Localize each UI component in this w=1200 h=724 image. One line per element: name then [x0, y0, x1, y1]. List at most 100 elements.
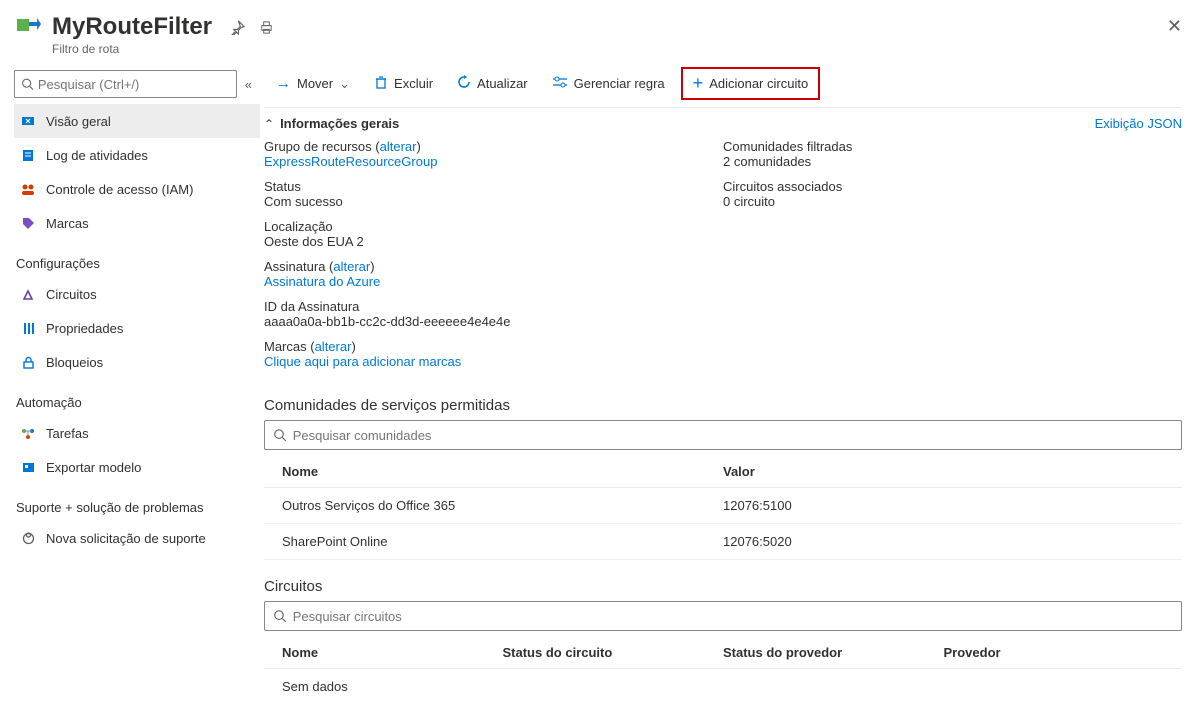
- sidebar-item-tasks[interactable]: Tarefas: [14, 416, 260, 450]
- communities-section-title: Comunidades de serviços permitidas: [264, 397, 1182, 414]
- sidebar: « Visão geral Log de atividades Controle…: [0, 60, 260, 724]
- pin-icon[interactable]: [230, 20, 245, 38]
- table-row[interactable]: Outros Serviços do Office 365 12076:5100: [264, 488, 1182, 524]
- manage-rule-button[interactable]: Gerenciar regra: [540, 69, 677, 99]
- change-tags-link[interactable]: alterar: [315, 339, 352, 354]
- sidebar-item-label: Propriedades: [46, 321, 123, 336]
- essentials-title: Informações gerais: [280, 116, 399, 131]
- communities-col-name: Nome: [282, 464, 723, 479]
- sidebar-group-support: Suporte + solução de problemas: [16, 500, 260, 515]
- print-icon[interactable]: [259, 20, 274, 38]
- page-subtitle: Filtro de rota: [52, 42, 212, 56]
- chevron-up-icon[interactable]: ⌃: [264, 117, 274, 131]
- status-label: Status: [264, 179, 723, 194]
- change-resource-group-link[interactable]: alterar: [380, 139, 417, 154]
- circuits-search[interactable]: [264, 601, 1182, 631]
- refresh-icon: [457, 75, 471, 93]
- export-template-icon: [20, 460, 36, 475]
- sidebar-item-label: Controle de acesso (IAM): [46, 182, 193, 197]
- circuits-icon: [20, 287, 36, 302]
- activity-log-icon: [20, 148, 36, 163]
- sidebar-item-label: Circuitos: [46, 287, 97, 302]
- tags-icon: [20, 216, 36, 231]
- communities-search[interactable]: [264, 420, 1182, 450]
- community-value: 12076:5100: [723, 498, 1164, 513]
- iam-icon: [20, 182, 36, 197]
- refresh-button[interactable]: Atualizar: [445, 69, 540, 99]
- lock-icon: [20, 355, 36, 370]
- circuits-col-name: Nome: [282, 645, 503, 660]
- plus-icon: +: [693, 73, 704, 94]
- subscription-id-label: ID da Assinatura: [264, 299, 723, 314]
- circuits-section-title: Circuitos: [264, 578, 1182, 595]
- associated-circuits-value: 0 circuito: [723, 194, 1182, 209]
- change-subscription-link[interactable]: alterar: [333, 259, 370, 274]
- circuits-table: Nome Status do circuito Status do proved…: [264, 635, 1182, 704]
- sidebar-item-properties[interactable]: Propriedades: [14, 311, 260, 345]
- tags-label: Marcas (alterar): [264, 339, 723, 354]
- main-content: → Mover ⌄ Excluir Atualizar Gerenciar re…: [260, 60, 1200, 724]
- support-icon: [20, 531, 36, 546]
- sidebar-item-label: Visão geral: [46, 114, 111, 129]
- sidebar-item-new-support[interactable]: Nova solicitação de suporte: [14, 521, 260, 555]
- properties-icon: [20, 321, 36, 336]
- communities-col-value: Valor: [723, 464, 1164, 479]
- page-title: MyRouteFilter: [52, 14, 212, 40]
- sidebar-item-label: Bloqueios: [46, 355, 103, 370]
- status-value: Com sucesso: [264, 194, 723, 209]
- move-button[interactable]: → Mover ⌄: [264, 69, 362, 98]
- move-icon: →: [276, 75, 291, 92]
- circuits-search-input[interactable]: [293, 609, 1173, 624]
- filtered-communities-label: Comunidades filtradas: [723, 139, 1182, 154]
- filtered-communities-value: 2 comunidades: [723, 154, 1182, 169]
- sidebar-item-activity-log[interactable]: Log de atividades: [14, 138, 260, 172]
- sidebar-item-iam[interactable]: Controle de acesso (IAM): [14, 172, 260, 206]
- json-view-link[interactable]: Exibição JSON: [1095, 116, 1182, 131]
- command-bar: → Mover ⌄ Excluir Atualizar Gerenciar re…: [264, 60, 1182, 108]
- add-tags-link[interactable]: Clique aqui para adicionar marcas: [264, 354, 723, 369]
- route-filter-icon: [14, 14, 42, 42]
- associated-circuits-label: Circuitos associados: [723, 179, 1182, 194]
- collapse-sidebar-icon[interactable]: «: [245, 77, 250, 92]
- tasks-icon: [20, 426, 36, 441]
- add-circuit-button[interactable]: + Adicionar circuito: [681, 67, 821, 100]
- sidebar-item-locks[interactable]: Bloqueios: [14, 345, 260, 379]
- sidebar-item-tags[interactable]: Marcas: [14, 206, 260, 240]
- community-name: Outros Serviços do Office 365: [282, 498, 723, 513]
- community-name: SharePoint Online: [282, 534, 723, 549]
- communities-search-input[interactable]: [293, 428, 1173, 443]
- sidebar-group-automation: Automação: [16, 395, 260, 410]
- location-label: Localização: [264, 219, 723, 234]
- circuits-col-cstatus: Status do circuito: [503, 645, 724, 660]
- circuits-col-provider: Provedor: [944, 645, 1165, 660]
- circuits-empty: Sem dados: [264, 669, 1182, 704]
- sidebar-item-label: Log de atividades: [46, 148, 148, 163]
- delete-button[interactable]: Excluir: [362, 69, 445, 99]
- close-icon[interactable]: ✕: [1167, 16, 1182, 37]
- sidebar-item-label: Marcas: [46, 216, 89, 231]
- subscription-value[interactable]: Assinatura do Azure: [264, 274, 723, 289]
- sidebar-search[interactable]: [14, 70, 237, 98]
- trash-icon: [374, 75, 388, 93]
- subscription-id-value: aaaa0a0a-bb1b-cc2c-dd3d-eeeeee4e4e4e: [264, 314, 723, 329]
- communities-table: Nome Valor Outros Serviços do Office 365…: [264, 454, 1182, 560]
- circuits-col-pstatus: Status do provedor: [723, 645, 944, 660]
- sidebar-group-settings: Configurações: [16, 256, 260, 271]
- sidebar-item-export-template[interactable]: Exportar modelo: [14, 450, 260, 484]
- settings-sliders-icon: [552, 75, 568, 93]
- sidebar-search-input[interactable]: [38, 77, 230, 92]
- sidebar-item-overview[interactable]: Visão geral: [14, 104, 260, 138]
- resource-group-label: Grupo de recursos (alterar): [264, 139, 723, 154]
- blade-header: MyRouteFilter Filtro de rota ✕: [0, 0, 1200, 60]
- table-row[interactable]: SharePoint Online 12076:5020: [264, 524, 1182, 560]
- sidebar-item-label: Exportar modelo: [46, 460, 141, 475]
- resource-group-value[interactable]: ExpressRouteResourceGroup: [264, 154, 723, 169]
- overview-icon: [20, 114, 36, 129]
- chevron-down-icon: ⌄: [339, 76, 350, 92]
- subscription-label: Assinatura (alterar): [264, 259, 723, 274]
- sidebar-item-label: Tarefas: [46, 426, 89, 441]
- sidebar-item-label: Nova solicitação de suporte: [46, 531, 206, 546]
- community-value: 12076:5020: [723, 534, 1164, 549]
- sidebar-item-circuits[interactable]: Circuitos: [14, 277, 260, 311]
- location-value: Oeste dos EUA 2: [264, 234, 723, 249]
